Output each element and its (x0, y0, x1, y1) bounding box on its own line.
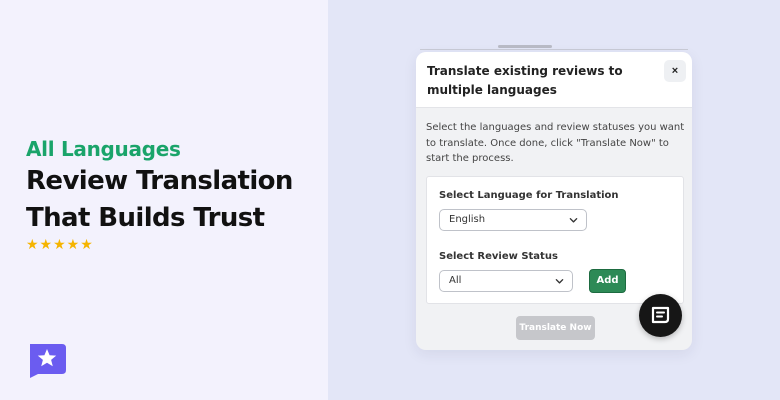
hero-headline-line-1: Review Translation (26, 166, 293, 196)
language-field-label: Select Language for Translation (439, 190, 619, 201)
language-select-value: English (449, 214, 486, 225)
chevron-down-icon (555, 279, 564, 284)
language-select[interactable]: English (439, 209, 587, 231)
modal-description: Select the languages and review statuses… (426, 122, 685, 164)
chat-icon (651, 306, 670, 324)
add-button[interactable]: Add (589, 269, 626, 293)
status-field-label: Select Review Status (439, 251, 558, 262)
hero-headline-line-2: That Builds Trust (26, 203, 265, 233)
chat-widget-button[interactable] (639, 294, 682, 337)
review-status-select-value: All (449, 275, 462, 286)
hero-panel: All Languages Review Translation That Bu… (0, 0, 328, 400)
star-badge-icon (26, 340, 66, 378)
hero-eyebrow: All Languages (26, 137, 181, 161)
rating-stars: ★★★★★ (26, 236, 94, 252)
close-button[interactable]: × (664, 60, 686, 82)
modal-title: Translate existing reviews to multiple l… (427, 64, 623, 97)
translation-options-card: Select Language for Translation English … (426, 176, 684, 304)
review-status-select[interactable]: All (439, 270, 573, 292)
chevron-down-icon (569, 218, 578, 223)
close-icon: × (671, 65, 679, 77)
translate-now-button[interactable]: Translate Now (516, 316, 595, 340)
background-text-fragment (498, 45, 552, 48)
modal-header: Translate existing reviews to multiple l… (416, 52, 692, 108)
background-divider (420, 49, 688, 50)
